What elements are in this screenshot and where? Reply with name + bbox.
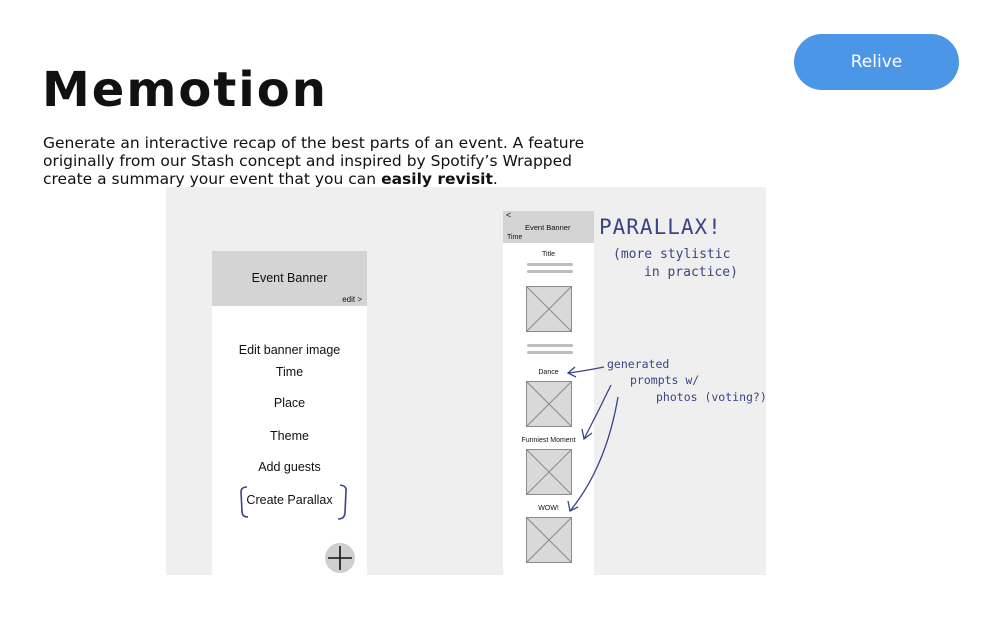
- description-line-1: Generate an interactive recap of the bes…: [43, 134, 585, 152]
- page-title: Memotion: [42, 62, 328, 118]
- description-line-3: create a summary your event that you can: [43, 170, 382, 188]
- description-line-2: originally from our Stash concept and in…: [43, 152, 573, 170]
- relive-button[interactable]: Relive: [794, 34, 959, 90]
- description-emphasis: easily revisit: [381, 170, 493, 188]
- wireframe-canvas: Event Banner edit > Edit banner image Ti…: [166, 187, 766, 575]
- description: Generate an interactive recap of the bes…: [43, 134, 643, 188]
- annotation-arrows-icon: [566, 366, 619, 512]
- description-end: .: [492, 170, 498, 188]
